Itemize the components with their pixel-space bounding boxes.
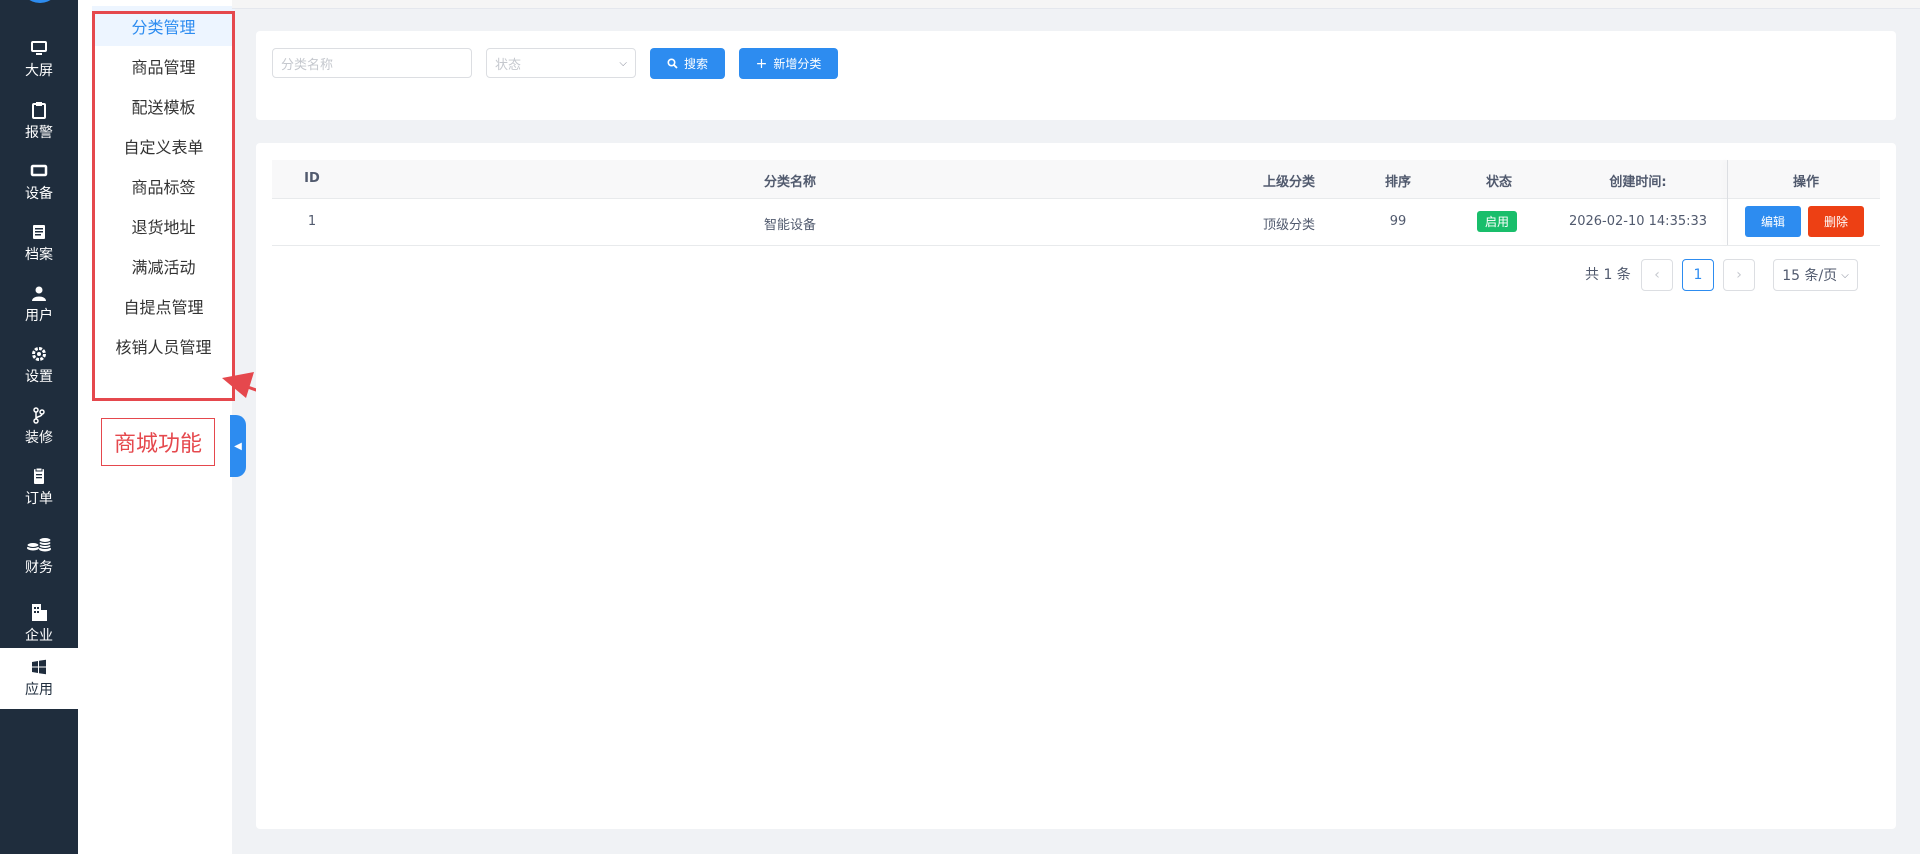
order-icon (34, 467, 44, 484)
rail-item-label: 用户 (25, 308, 53, 324)
header-name: 分类名称 (763, 175, 817, 190)
delete-button[interactable]: 删除 (1808, 206, 1864, 237)
avatar[interactable] (20, 0, 60, 3)
chevron-right-icon: › (1736, 267, 1742, 283)
coins-icon (26, 536, 52, 551)
status-select-placeholder: 状态 (495, 57, 522, 73)
status-select[interactable]: 状态 ⌵ (486, 48, 636, 78)
windows-icon (32, 659, 46, 675)
rail-item-device[interactable]: 设备 (0, 152, 78, 213)
fixed-column-divider (1727, 160, 1728, 245)
top-bar (232, 0, 1920, 9)
header-actions: 操作 (1792, 175, 1820, 190)
chevron-left-icon: ‹ (1654, 267, 1660, 283)
edit-button[interactable]: 编辑 (1745, 206, 1801, 237)
annotation-highlight-box (92, 11, 235, 401)
search-card: 分类名称 状态 ⌵ 搜索 + 新增分类 (256, 31, 1896, 120)
category-name-input[interactable]: 分类名称 (272, 48, 472, 78)
rail-item-settings[interactable]: 设置 (0, 335, 78, 396)
document-icon (33, 225, 45, 239)
rail-item-label: 装修 (25, 430, 53, 446)
page-1-button[interactable]: 1 (1682, 259, 1714, 291)
clipboard-icon (32, 102, 46, 119)
rail-item-label: 财务 (25, 559, 53, 576)
status-badge: 启用 (1477, 211, 1517, 232)
rail-item-label: 大屏 (25, 63, 53, 79)
header-id: ID (304, 171, 320, 186)
search-button[interactable]: 搜索 (650, 48, 725, 79)
search-icon (667, 58, 678, 69)
rail-item-finance[interactable]: 财务 (0, 522, 78, 588)
rail-item-decoration[interactable]: 装修 (0, 396, 78, 457)
monitor-icon (31, 41, 47, 55)
page-size-label: 15 条/页 (1782, 268, 1838, 284)
cell-created: 2026-02-10 14:35:33 (1568, 214, 1708, 229)
rail-item-label: 应用 (25, 682, 53, 698)
table-row: 1 智能设备 顶级分类 99 2026-02-10 14:35:33 (272, 199, 1880, 246)
rail-item-order[interactable]: 订单 (0, 457, 78, 518)
rail-item-alarm[interactable]: 报警 (0, 91, 78, 152)
add-category-button-label: 新增分类 (773, 57, 822, 71)
add-category-button[interactable]: + 新增分类 (739, 48, 838, 79)
rail-item-dashboard[interactable]: 大屏 (0, 29, 78, 90)
rail-item-user[interactable]: 用户 (0, 274, 78, 335)
cell-sort: 99 (1389, 214, 1407, 229)
search-button-label: 搜索 (683, 57, 708, 71)
gear-icon (32, 347, 46, 361)
header-status: 状态 (1485, 175, 1513, 190)
left-nav-rail: 大屏 报警 设备 档案 用户 设置 装修 订单 财务 企业 应用 (0, 0, 78, 854)
rail-item-apps[interactable]: 应用 (0, 648, 78, 709)
collapse-sidebar-button[interactable]: ◀ (230, 415, 246, 477)
table-header: ID 分类名称 上级分类 排序 状态 创建时间: 操作 (272, 160, 1880, 199)
next-page-button[interactable]: › (1723, 259, 1755, 291)
chevron-left-icon: ◀ (234, 440, 242, 452)
branch-icon (33, 407, 45, 424)
pagination-total: 共 1 条 (1585, 267, 1631, 283)
rail-item-label: 设置 (25, 369, 53, 385)
user-icon (32, 286, 46, 301)
rail-item-label: 订单 (25, 491, 53, 507)
chevron-down-icon: ⌵ (619, 57, 627, 69)
header-sort: 排序 (1384, 175, 1412, 190)
rail-item-label: 档案 (25, 247, 53, 263)
plus-icon: + (755, 55, 768, 72)
annotation-label: 商城功能 (101, 418, 215, 466)
header-parent: 上级分类 (1262, 175, 1316, 190)
building-icon (32, 603, 47, 621)
header-created: 创建时间: (1609, 175, 1667, 190)
rail-item-archive[interactable]: 档案 (0, 213, 78, 274)
cell-parent: 顶级分类 (1262, 218, 1316, 233)
rail-item-label: 企业 (25, 627, 53, 644)
cell-name: 智能设备 (763, 218, 817, 233)
cell-id: 1 (307, 214, 317, 229)
prev-page-button[interactable]: ‹ (1641, 259, 1673, 291)
rail-item-label: 设备 (25, 186, 53, 202)
page-size-select[interactable]: 15 条/页 ⌵ (1773, 259, 1858, 291)
rail-item-enterprise[interactable]: 企业 (0, 590, 78, 656)
rail-item-label: 报警 (25, 125, 53, 141)
device-icon (30, 164, 48, 177)
chevron-down-icon: ⌵ (1841, 269, 1849, 281)
